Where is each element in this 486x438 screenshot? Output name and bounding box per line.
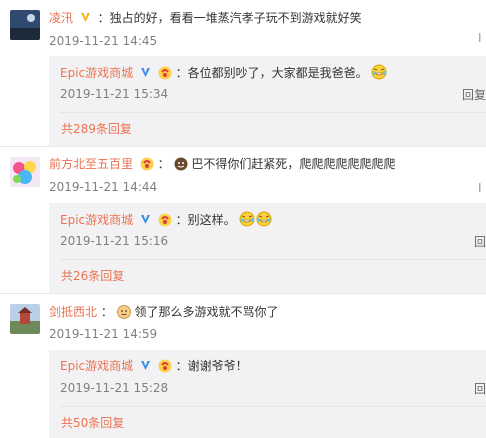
reply-text: ：各位都别吵了，大家都是我爸爸。: [175, 66, 368, 80]
laugh-cry-emoji-icon: [239, 211, 255, 227]
username-link[interactable]: 凌汛: [49, 11, 73, 25]
dark-face-emoji-icon: [174, 157, 188, 171]
laugh-cry-emoji-icon: [371, 64, 387, 80]
comment-text: 巴不得你们赶紧死，爬爬爬爬爬爬爬爬: [191, 157, 396, 171]
reply-time: 2019-11-21 15:28: [60, 381, 169, 395]
comment-line: 前方北至五百里 ： 巴不得你们赶紧死，爬爬爬爬爬爬爬爬: [49, 156, 395, 172]
reply-box: Epic游戏商城 ：各位都别吵了，大家都是我爸爸。 2019-11-21 15:…: [49, 56, 486, 146]
comment-thread: 前方北至五百里 ： 巴不得你们赶紧死，爬爬爬爬爬爬爬爬 2019-11-21 1…: [0, 147, 486, 293]
reply-line: Epic游戏商城 ：各位都别吵了，大家都是我爸爸。: [60, 64, 387, 81]
comment-time: 2019-11-21 14:59: [49, 327, 158, 341]
comment-thread: 剑抵西北 ： 领了那么多游戏就不骂你了 2019-11-21 14:59 Epi…: [0, 294, 486, 438]
reply-line: Epic游戏商城 ：谢谢爷爷！: [60, 358, 248, 374]
comment-text: 领了那么多游戏就不骂你了: [134, 305, 279, 319]
vip-badge-icon: [158, 66, 172, 80]
smile-face-emoji-icon: [116, 305, 131, 319]
edge-mark: Ⅰ: [478, 181, 482, 195]
more-replies-link[interactable]: 共289条回复: [61, 120, 132, 137]
vip-badge-icon: [158, 213, 172, 227]
more-replies-link[interactable]: 共26条回复: [61, 267, 124, 284]
comment-time: 2019-11-21 14:45: [49, 34, 158, 48]
vip-badge-icon: [158, 359, 172, 373]
comment-text-prefix: ：: [100, 305, 113, 319]
gold-v-icon: [80, 13, 90, 22]
comment-line: 剑抵西北 ： 领了那么多游戏就不骂你了: [49, 304, 279, 320]
comment-text-prefix: ：: [157, 157, 170, 171]
avatar[interactable]: [10, 304, 40, 334]
avatar[interactable]: [10, 10, 40, 40]
reply-username-link[interactable]: Epic游戏商城: [60, 66, 133, 80]
reply-text: ：谢谢爷爷！: [175, 359, 248, 373]
divider: [60, 406, 486, 407]
vip-badge-icon: [140, 157, 154, 171]
reply-line: Epic游戏商城 ：别这样。: [60, 211, 272, 228]
reply-box: Epic游戏商城 ：谢谢爷爷！ 2019-11-21 15:28 回 共50条回…: [49, 350, 486, 438]
username-link[interactable]: 剑抵西北: [49, 305, 97, 319]
reply-button[interactable]: 回: [474, 380, 486, 397]
username-link[interactable]: 前方北至五百里: [49, 157, 133, 171]
laugh-cry-emoji-icon: [256, 211, 272, 227]
blue-v-icon: [140, 68, 150, 77]
reply-username-link[interactable]: Epic游戏商城: [60, 359, 133, 373]
blue-v-icon: [140, 215, 150, 224]
blue-v-icon: [140, 361, 150, 370]
divider: [60, 112, 486, 113]
divider: [60, 259, 486, 260]
reply-text: ：别这样。: [175, 213, 236, 227]
reply-button[interactable]: 回复: [462, 86, 486, 103]
reply-username-link[interactable]: Epic游戏商城: [60, 213, 133, 227]
comment-text: ：独占的好，看看一堆蒸汽孝子玩不到游戏就好笑: [97, 11, 362, 25]
comment-time: 2019-11-21 14:44: [49, 180, 158, 194]
comment-line: 凌汛 ：独占的好，看看一堆蒸汽孝子玩不到游戏就好笑: [49, 10, 362, 26]
more-replies-link[interactable]: 共50条回复: [61, 414, 124, 431]
reply-time: 2019-11-21 15:16: [60, 234, 169, 248]
reply-time: 2019-11-21 15:34: [60, 87, 169, 101]
avatar[interactable]: [10, 157, 40, 187]
reply-button[interactable]: 回: [474, 233, 486, 250]
comment-thread: 凌汛 ：独占的好，看看一堆蒸汽孝子玩不到游戏就好笑 2019-11-21 14:…: [0, 0, 486, 146]
reply-box: Epic游戏商城 ：别这样。 2019-11-21 15:16 回 共26条回复: [49, 203, 486, 293]
edge-mark: Ⅰ: [478, 31, 482, 45]
